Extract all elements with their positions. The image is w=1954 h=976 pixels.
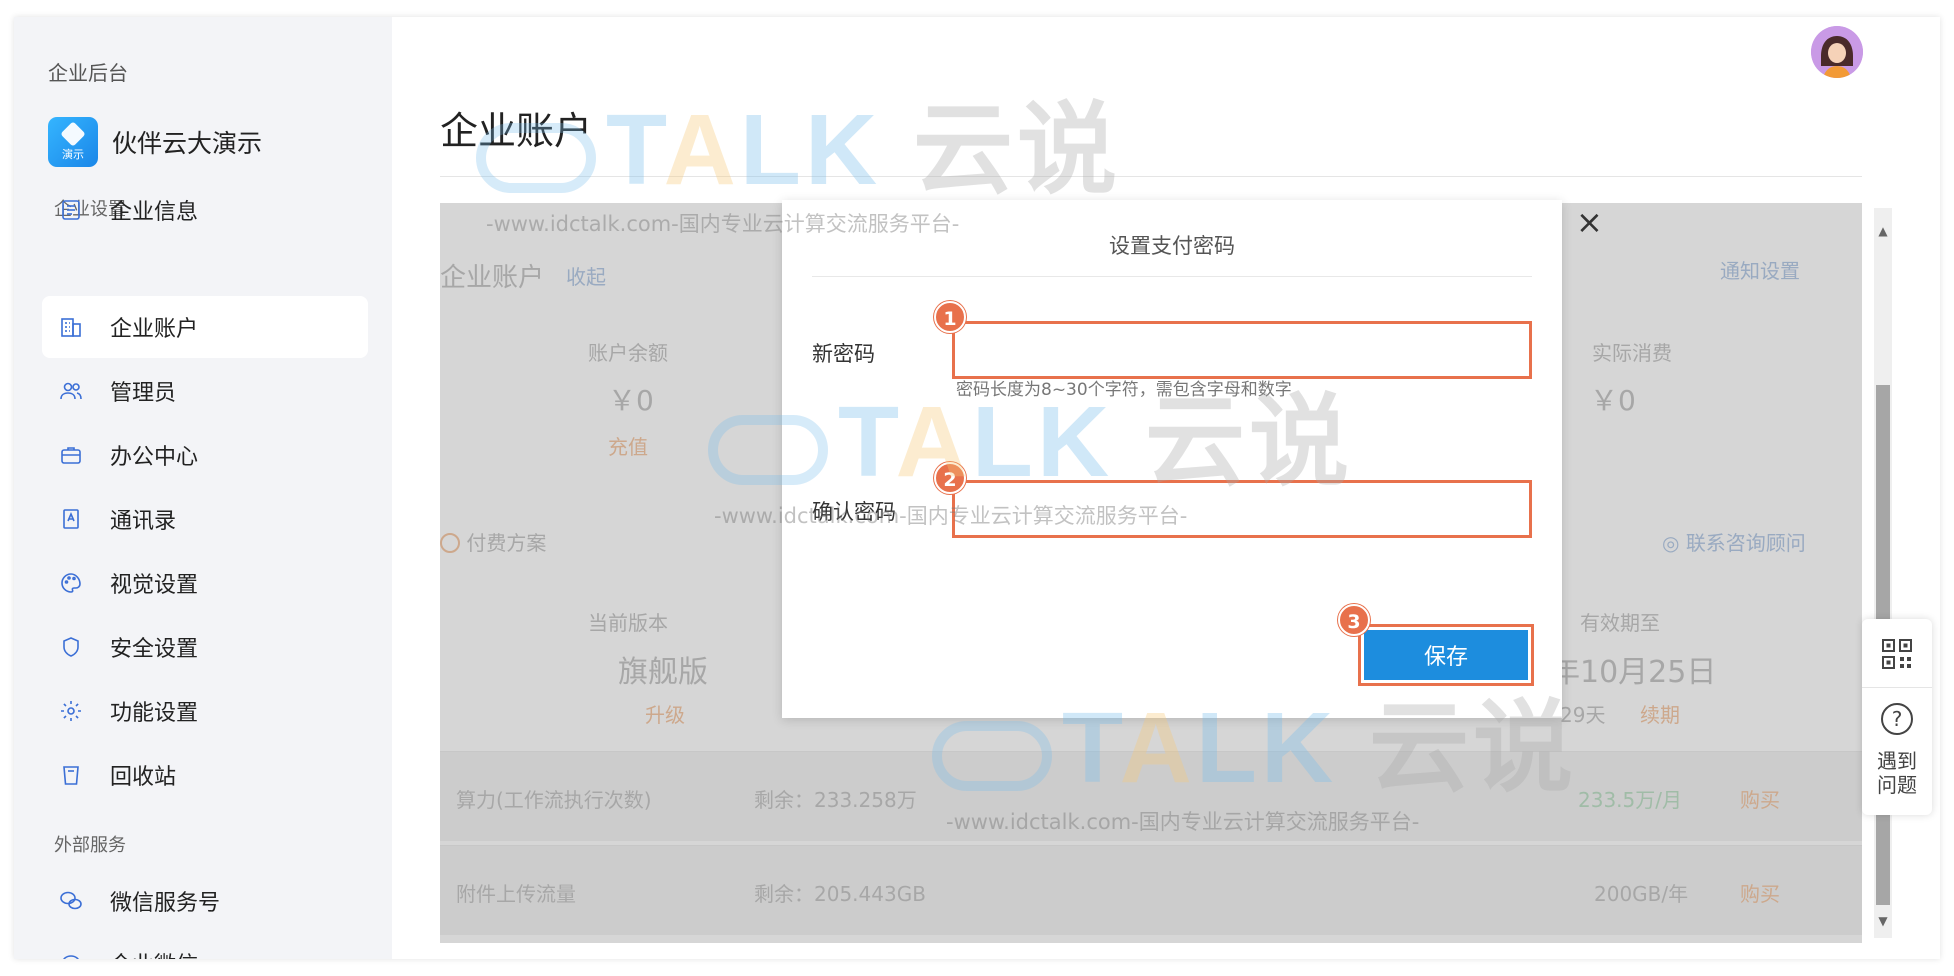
sidebar-item-label: 功能设置 [110,701,199,726]
scroll-down-arrow-icon[interactable]: ▼ [1876,914,1890,928]
close-icon[interactable]: × [1576,206,1603,238]
sidebar-item-admins[interactable]: 管理员 [42,360,368,422]
step-badge-3: 3 [1338,604,1370,636]
sidebar-item-label: 通讯录 [110,509,177,534]
help-text[interactable]: 遇到问题 [1862,749,1932,797]
brand[interactable]: 演示 伙伴云大演示 [48,117,262,167]
confirm-password-label: 确认密码 [812,500,896,524]
set-payment-password-dialog: 设置支付密码 新密码 1 密码长度为8~30个字符，需包含字母和数字 确认密码 … [782,200,1562,718]
sidebar-item-label: 企业账户 [110,317,199,342]
wechat-icon [58,888,84,914]
sidebar-title: 企业后台 [48,61,128,85]
dialog-title-divider [812,276,1532,277]
password-hint: 密码长度为8~30个字符，需包含字母和数字 [956,380,1292,400]
sidebar-item-label: 企业信息 [110,200,199,225]
new-password-input[interactable] [952,321,1532,379]
step-badge-1: 1 [934,301,966,333]
shield-icon [58,634,84,660]
save-button[interactable]: 保存 [1364,630,1528,680]
sidebar: 企业后台 演示 伙伴云大演示 企业设置 企业信息 企业账户 管理员 办公中心 通… [14,17,392,959]
title-divider [440,176,1862,177]
dialog-title: 设置支付密码 [1109,234,1235,258]
new-password-label: 新密码 [812,342,875,366]
document-icon [58,197,84,223]
floating-help-panel: ? 遇到问题 [1862,619,1932,815]
scroll-up-arrow-icon[interactable]: ▲ [1876,224,1890,238]
sidebar-item-label: 企业微信 [110,947,198,959]
brand-logo-tag: 演示 [62,148,84,161]
sidebar-item-label: 管理员 [110,381,177,406]
briefcase-icon [58,442,84,468]
floating-divider [1862,687,1932,688]
confirm-password-input[interactable] [952,480,1532,538]
qr-code-icon[interactable] [1882,639,1912,669]
sidebar-item-wechat-official[interactable]: 微信服务号 [42,870,368,932]
sidebar-item-label: 视觉设置 [110,573,199,598]
section-external-services: 外部服务 [54,835,126,856]
sidebar-item-label: 回收站 [110,765,177,790]
trash-icon [58,762,84,788]
sidebar-item-company-account[interactable]: 企业账户 [42,296,368,358]
page-title: 企业账户 [440,109,593,153]
user-avatar[interactable] [1811,26,1863,78]
sidebar-item-office-center[interactable]: 办公中心 [42,424,368,486]
palette-icon [58,570,84,596]
step-badge-2: 2 [934,462,966,494]
help-question-icon[interactable]: ? [1881,703,1913,735]
sidebar-item-visual-settings[interactable]: 视觉设置 [42,552,368,614]
sidebar-item-label: 安全设置 [110,637,199,662]
save-button-highlight: 保存 [1358,624,1534,686]
brand-name: 伙伴云大演示 [112,129,263,158]
sidebar-item-security[interactable]: 安全设置 [42,616,368,678]
sidebar-item-contacts[interactable]: 通讯录 [42,488,368,550]
gear-icon [58,698,84,724]
sidebar-item-recycle-bin[interactable]: 回收站 [42,744,368,806]
sidebar-item-label: 办公中心 [110,445,199,470]
sidebar-item-label: 微信服务号 [110,891,221,916]
building-icon [58,314,84,340]
users-icon [58,378,84,404]
sidebar-item-feature-settings[interactable]: 功能设置 [42,680,368,742]
contact-book-icon [58,506,84,532]
brand-logo-icon: 演示 [48,117,98,167]
sidebar-item-wecom[interactable]: 企业微信 [42,932,368,959]
sidebar-item-company-info[interactable]: 企业信息 [42,179,368,241]
wecom-icon [58,950,84,959]
